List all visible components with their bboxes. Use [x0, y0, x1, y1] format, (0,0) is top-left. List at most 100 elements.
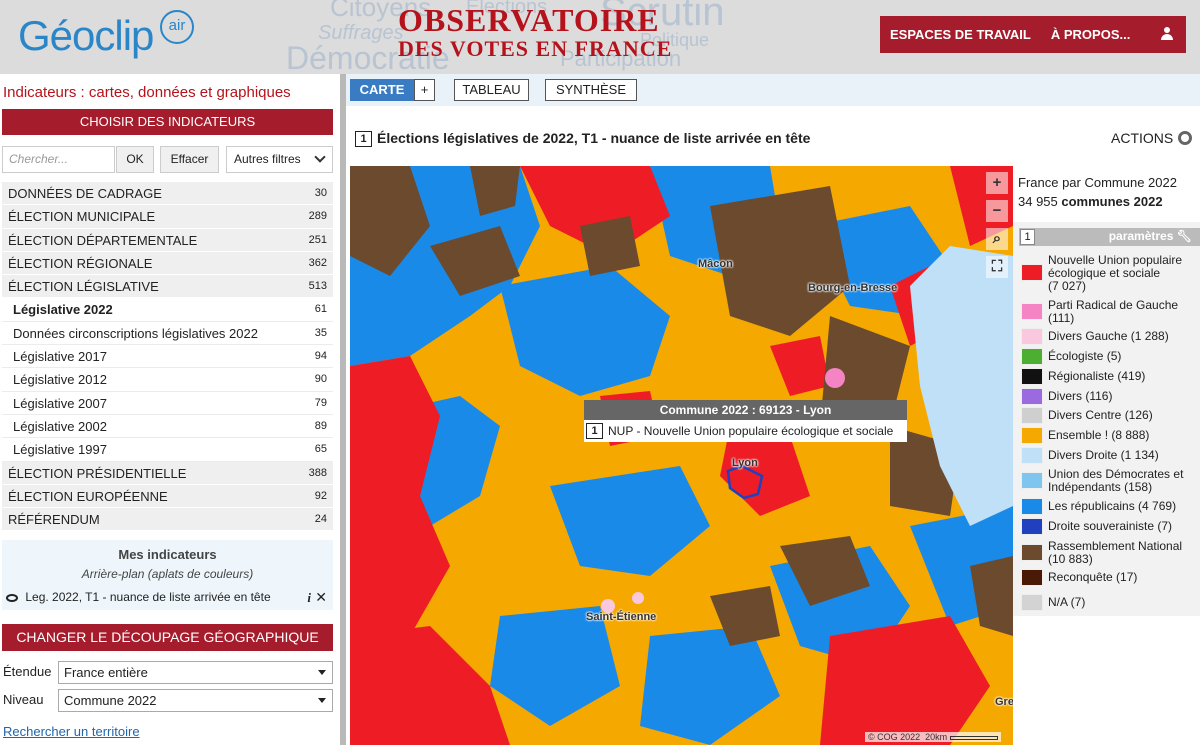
- subcategory-count: 94: [314, 350, 327, 363]
- extent-value: France entière: [64, 665, 148, 680]
- legend-label: Régionaliste (419): [1048, 369, 1146, 383]
- info-icon[interactable]: i: [307, 590, 311, 606]
- category-item[interactable]: ÉLECTION LÉGISLATIVE 513: [2, 275, 333, 299]
- legend-label: Nouvelle Union populaire écologique et so…: [1048, 253, 1183, 293]
- subcategory-label: Données circonscriptions législatives 20…: [13, 325, 258, 341]
- category-item[interactable]: ÉLECTION EUROPÉENNE 92: [2, 484, 333, 509]
- change-geo-button[interactable]: CHANGER LE DÉCOUPAGE GÉOGRAPHIQUE: [2, 624, 333, 651]
- map-canvas[interactable]: + − ⌕ ⛶ Mâcon Bourg-en-Bresse Lyon Saint…: [350, 166, 1013, 745]
- tab-synthesis[interactable]: SYNTHÈSE: [545, 79, 637, 101]
- legend: France par Commune 2022 34 955 communes …: [1013, 166, 1200, 616]
- legend-swatch: [1021, 472, 1043, 489]
- legend-label: Divers Centre (126): [1048, 408, 1153, 422]
- category-count: 362: [308, 256, 327, 269]
- subcategory-count: 79: [314, 396, 327, 409]
- workspaces-button[interactable]: ESPACES DE TRAVAIL: [880, 27, 1041, 42]
- zoom-out-button[interactable]: −: [986, 200, 1008, 222]
- subcategory-label: Législative 1997: [13, 442, 107, 458]
- choropleth-map: [350, 166, 1013, 745]
- subcategory-item[interactable]: Législative 2002 89: [2, 414, 333, 439]
- tab-table[interactable]: TABLEAU: [454, 79, 529, 101]
- user-icon[interactable]: [1160, 27, 1174, 41]
- subcategory-item[interactable]: Législative 2012 90: [2, 368, 333, 392]
- search-territory-link[interactable]: Rechercher un territoire: [3, 724, 140, 739]
- map-attribution: © COG 2022 20km: [865, 732, 1001, 742]
- zoom-controls: + − ⌕ ⛶: [986, 172, 1008, 284]
- subcategory-count: 61: [314, 303, 327, 316]
- legend-swatch: [1021, 368, 1043, 385]
- search-input[interactable]: Chercher...: [2, 146, 115, 173]
- legend-label: Divers Gauche (1 288): [1048, 329, 1169, 343]
- top-nav: ESPACES DE TRAVAIL À PROPOS...: [880, 16, 1186, 53]
- legend-count-unit: communes 2022: [1061, 194, 1163, 209]
- category-item[interactable]: DONNÉES DE CADRAGE 30: [2, 182, 333, 206]
- close-icon[interactable]: ✕: [315, 589, 327, 606]
- category-item[interactable]: ÉLECTION PRÉSIDENTIELLE 388: [2, 461, 333, 485]
- legend-swatch: [1021, 388, 1043, 405]
- chevron-down-icon: [318, 670, 326, 675]
- subcategory-count: 89: [314, 419, 327, 432]
- fullscreen-icon[interactable]: ⛶: [986, 256, 1008, 278]
- scale-bar: [949, 735, 998, 740]
- legend-swatch: [1021, 544, 1043, 561]
- category-label: ÉLECTION RÉGIONALE: [8, 255, 153, 271]
- search-icon[interactable]: ⌕: [986, 228, 1008, 250]
- subcategory-item[interactable]: Législative 1997 65: [2, 438, 333, 462]
- legend-label: Union des Démocrates et Indépendants (158…: [1048, 467, 1184, 494]
- clear-button[interactable]: Effacer: [160, 146, 219, 173]
- actions-button[interactable]: ACTIONS: [1111, 130, 1193, 146]
- legend-params-bar[interactable]: 1 paramètres 🔧︎: [1019, 228, 1200, 246]
- actions-label: ACTIONS: [1111, 130, 1174, 146]
- tab-add[interactable]: +: [414, 79, 435, 101]
- filters-label: Autres filtres: [234, 152, 301, 166]
- category-item[interactable]: ÉLECTION MUNICIPALE 289: [2, 205, 333, 229]
- category-item[interactable]: ÉLECTION RÉGIONALE 362: [2, 251, 333, 276]
- level-select[interactable]: Commune 2022: [58, 689, 333, 712]
- category-count: 251: [308, 233, 327, 246]
- view-tabs: CARTE + TABLEAU SYNTHÈSE: [346, 74, 1200, 106]
- subcategory-label: Législative 2002: [13, 418, 107, 434]
- brand-logo[interactable]: Géoclip: [18, 12, 154, 60]
- subcategory-item[interactable]: Législative 2022 61: [2, 298, 333, 322]
- subcategory-label: Législative 2022: [13, 302, 113, 318]
- legend-label: N/A (7): [1048, 595, 1086, 609]
- category-item[interactable]: RÉFÉRENDUM 24: [2, 508, 333, 532]
- subcategory-count: 90: [314, 373, 327, 386]
- subcategory-item[interactable]: Législative 2017 94: [2, 345, 333, 369]
- subcategory-label: Législative 2017: [13, 349, 107, 365]
- tooltip-text: NUP - Nouvelle Union populaire écologiqu…: [608, 424, 894, 438]
- panel-splitter[interactable]: [340, 74, 346, 745]
- category-item[interactable]: ÉLECTION DÉPARTEMENTALE 251: [2, 228, 333, 252]
- level-value: Commune 2022: [64, 693, 157, 708]
- legend-scope: France par Commune 2022: [1018, 175, 1177, 190]
- my-indicators: Mes indicateurs Arrière-plan (aplats de …: [2, 540, 333, 610]
- subcategory-item[interactable]: Législative 2007 79: [2, 391, 333, 415]
- subcategory-label: Législative 2007: [13, 395, 107, 411]
- legend-label: Écologiste (5): [1048, 349, 1122, 363]
- city-label: Saint-Étienne: [586, 611, 657, 623]
- extent-select[interactable]: France entière: [58, 661, 333, 684]
- category-label: ÉLECTION EUROPÉENNE: [8, 488, 168, 504]
- map-tooltip: Commune 2022 : 69123 - Lyon 1 NUP - Nouve…: [584, 400, 907, 442]
- legend-swatch: [1021, 518, 1043, 535]
- indicator-title-text: Élections législatives de 2022, T1 - nua…: [377, 130, 811, 146]
- zoom-in-button[interactable]: +: [986, 172, 1008, 194]
- eye-icon[interactable]: [6, 593, 18, 602]
- my-indicator-label[interactable]: Leg. 2022, T1 - nuance de liste arrivée …: [25, 590, 270, 604]
- ok-button[interactable]: OK: [116, 146, 154, 173]
- choose-indicators-button[interactable]: CHOISIR DES INDICATEURS: [2, 109, 333, 135]
- subcategory-item[interactable]: Données circonscriptions législatives 20…: [2, 321, 333, 346]
- tab-map[interactable]: CARTE: [350, 79, 414, 101]
- legend-count: 34 955 communes 2022: [1018, 192, 1195, 211]
- legend-params: paramètres 🔧︎: [1109, 229, 1192, 243]
- legend-label: Les républicains (4 769): [1048, 499, 1177, 513]
- legend-swatch: [1021, 264, 1043, 281]
- city-label: Bourg-en-Bresse: [808, 282, 898, 294]
- site-title-line1: OBSERVATOIRE: [398, 2, 660, 38]
- level-label: Niveau: [3, 692, 44, 707]
- about-button[interactable]: À PROPOS...: [1041, 27, 1140, 42]
- filters-dropdown[interactable]: Autres filtres: [226, 146, 333, 173]
- category-count: 513: [308, 280, 327, 293]
- header: Citoyens Élections Scrutin Suffrages Pol…: [0, 0, 1200, 74]
- legend-swatch: [1021, 348, 1043, 365]
